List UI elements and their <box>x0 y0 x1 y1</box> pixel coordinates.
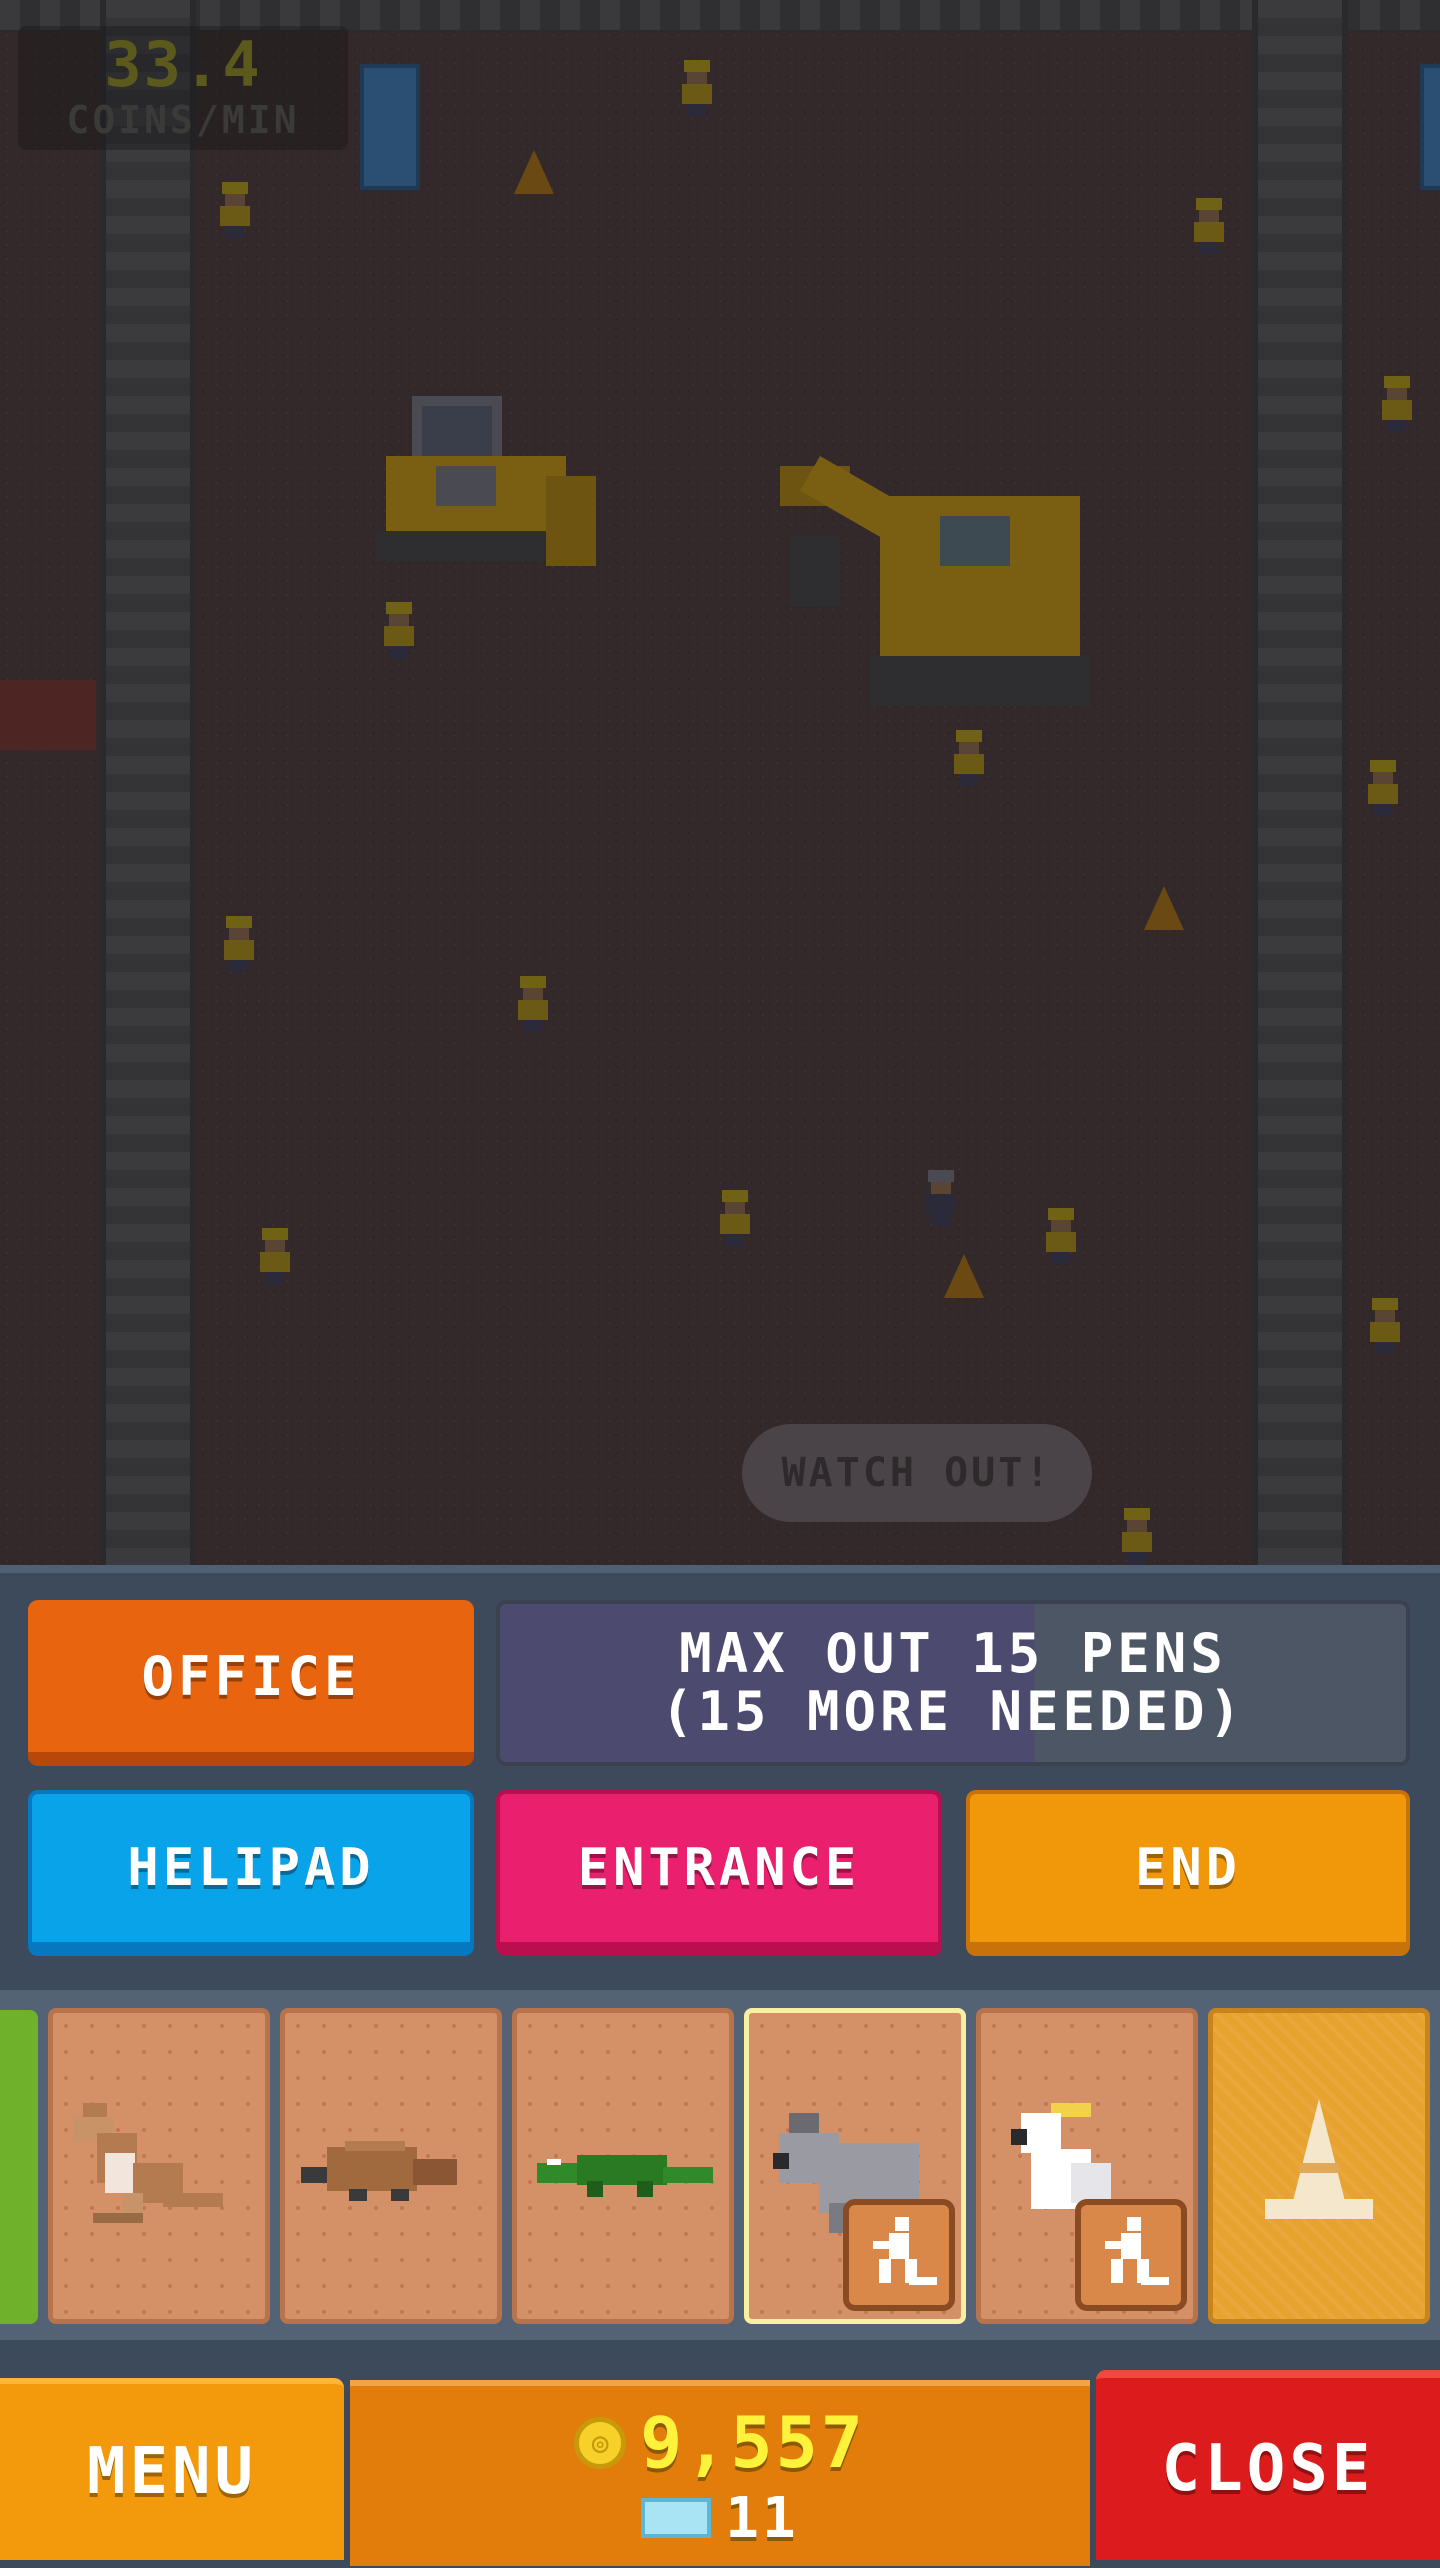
close-button[interactable]: CLOSE <box>1096 2370 1440 2560</box>
construction-badge-icon <box>1075 2199 1187 2311</box>
portable-toilet <box>360 64 420 190</box>
traffic-cone <box>1144 886 1184 930</box>
worker <box>258 1228 292 1284</box>
worker <box>1366 760 1400 816</box>
right-fence <box>1252 0 1348 1565</box>
coins-per-minute-label: COINS/MIN <box>66 98 300 142</box>
worker <box>516 976 550 1032</box>
coin-icon: ◎ <box>574 2416 627 2469</box>
worker <box>952 730 986 786</box>
left-fence <box>100 0 196 1565</box>
kangaroo-card[interactable] <box>48 2008 270 2324</box>
coins-per-minute-display: 33.4 COINS/MIN <box>18 26 348 150</box>
previous-item-card[interactable] <box>0 2010 38 2324</box>
traffic-cone <box>944 1254 984 1298</box>
koala-card[interactable] <box>744 2008 966 2324</box>
coins-value: 9,557 <box>640 2401 866 2484</box>
coins-per-minute-value: 33.4 <box>104 28 262 101</box>
worker <box>1192 198 1226 254</box>
office-button[interactable]: OFFICE <box>28 1600 474 1766</box>
ticket-icon <box>641 2498 712 2538</box>
goal-banner: MAX OUT 15 PENS (15 MORE NEEDED) <box>496 1600 1410 1766</box>
kangaroo-icon <box>73 2103 223 2223</box>
worker <box>1368 1298 1402 1354</box>
worker <box>718 1190 752 1246</box>
goal-line-1: MAX OUT 15 PENS <box>679 1622 1227 1685</box>
speech-bubble: WATCH OUT! <box>742 1424 1092 1522</box>
worker <box>1380 376 1414 432</box>
gems-row: 11 <box>641 2486 798 2551</box>
currency-display: ◎ 9,557 11 <box>350 2380 1090 2566</box>
entrance-button[interactable]: ENTRANCE <box>496 1790 942 1956</box>
gems-value: 11 <box>725 2485 799 2551</box>
goal-line-2: (15 MORE NEEDED) <box>660 1680 1246 1743</box>
portable-toilet-right <box>1420 64 1440 190</box>
platypus-icon <box>301 2141 457 2201</box>
cockatoo-card[interactable] <box>976 2008 1198 2324</box>
end-button[interactable]: END <box>966 1790 1410 1956</box>
worker <box>222 916 256 972</box>
helipad-button[interactable]: HELIPAD <box>28 1790 474 1956</box>
construction-badge-icon <box>843 2199 955 2311</box>
zookeeper <box>924 1170 958 1226</box>
worker <box>382 602 416 658</box>
crocodile-icon <box>537 2155 713 2197</box>
crocodile-card[interactable] <box>512 2008 734 2324</box>
worker <box>218 182 252 238</box>
worker <box>1044 1208 1078 1264</box>
platypus-card[interactable] <box>280 2008 502 2324</box>
bulldozer <box>376 396 596 566</box>
game-world[interactable]: 33.4 COINS/MIN WATCH OUT! <box>0 0 1440 1565</box>
worker <box>1120 1508 1154 1564</box>
cone-icon <box>1265 2099 1373 2219</box>
cone-card[interactable] <box>1208 2008 1430 2324</box>
excavator <box>780 456 1090 706</box>
menu-button[interactable]: MENU <box>0 2378 344 2560</box>
worker <box>680 60 714 116</box>
traffic-cone <box>514 150 554 194</box>
neighbor-pen-edge <box>0 680 96 750</box>
coins-row: ◎ 9,557 <box>574 2402 866 2484</box>
